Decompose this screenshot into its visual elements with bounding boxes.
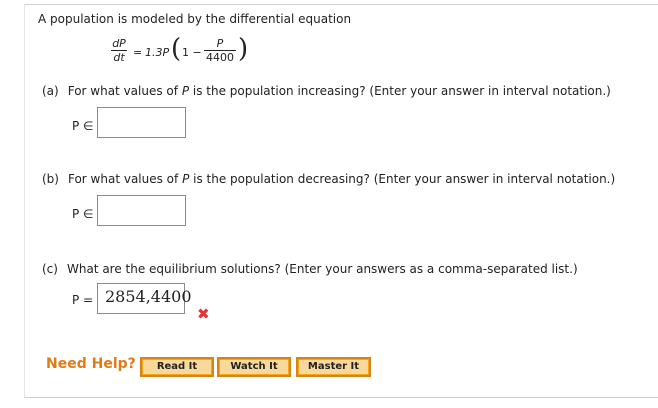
x-mark-icon: ✖ xyxy=(197,305,210,323)
coefficient: 1.3P xyxy=(145,46,170,59)
question-a: (a) For what values of P is the populatio… xyxy=(42,84,611,98)
equals-sign: = xyxy=(133,46,143,59)
answer-c-prefix: P = xyxy=(72,293,94,307)
question-b-label: (b) xyxy=(42,172,59,186)
question-a-label: (a) xyxy=(42,84,59,98)
question-b: (b) For what values of P is the populatio… xyxy=(42,172,616,186)
answer-a-prefix: P ∈ xyxy=(72,119,94,133)
rhs-numerator: P xyxy=(216,37,224,50)
rhs-fraction: P 4400 xyxy=(204,37,236,64)
lhs-denominator: dt xyxy=(113,51,125,64)
answer-a-input[interactable] xyxy=(97,107,186,138)
question-c: (c) What are the equilibrium solutions? (… xyxy=(42,262,578,276)
answer-b-prefix: P ∈ xyxy=(72,207,94,221)
one-minus: 1 − xyxy=(182,46,202,59)
need-help-label: Need Help? xyxy=(46,356,136,372)
watch-it-button[interactable]: Watch It xyxy=(217,357,291,377)
answer-b-input[interactable] xyxy=(97,195,186,226)
rhs-denominator: 4400 xyxy=(206,51,234,64)
lhs-numerator: dP xyxy=(112,37,126,50)
master-it-button[interactable]: Master It xyxy=(296,357,371,377)
question-intro: A population is modeled by the different… xyxy=(38,12,352,26)
lhs-fraction: dP dt xyxy=(111,37,127,64)
read-it-button[interactable]: Read It xyxy=(140,357,214,377)
answer-c-input[interactable]: 2854,4400 xyxy=(97,283,192,314)
question-c-label: (c) xyxy=(42,262,58,276)
